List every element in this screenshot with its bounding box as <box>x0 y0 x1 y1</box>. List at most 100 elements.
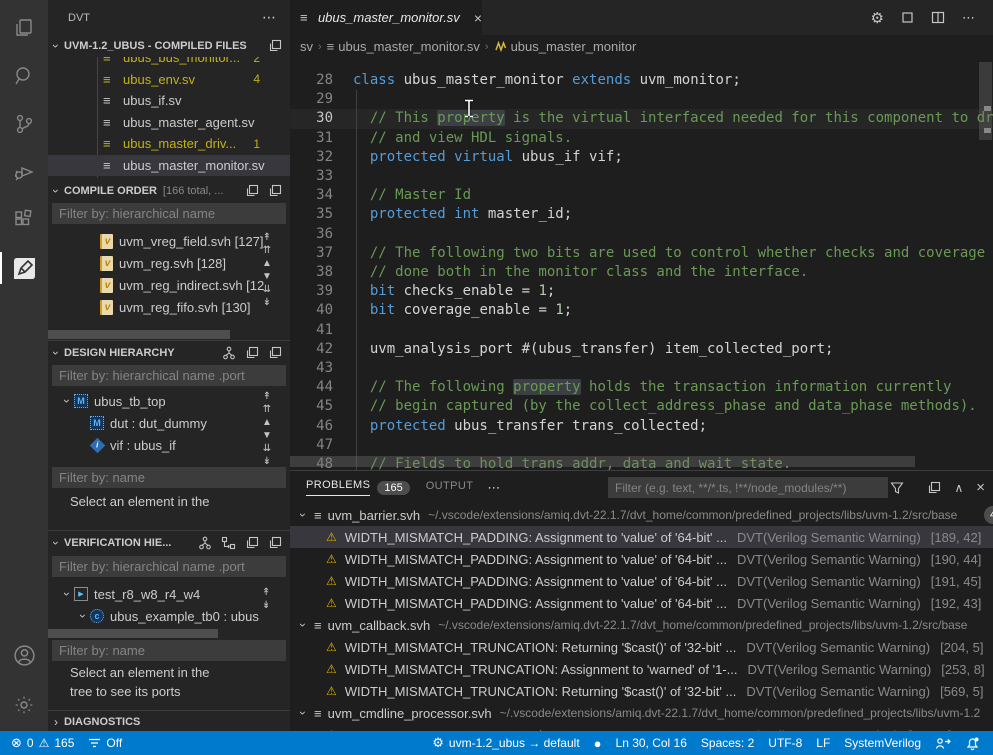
verification-hierarchy-filter-input[interactable] <box>52 556 286 577</box>
code-line[interactable]: 30 // This property is the virtual inter… <box>290 109 993 128</box>
section-design-hierarchy[interactable]: › DESIGN HIERARCHY <box>48 340 290 364</box>
chevron-down-icon[interactable]: › <box>296 508 310 522</box>
chevron-down-icon[interactable]: › <box>49 345 63 361</box>
compiled-file-row[interactable]: ≡ubus_master_agent.sv <box>48 112 290 134</box>
more-tabs-icon[interactable]: ⋯ <box>487 480 500 496</box>
code-line[interactable]: 47 <box>290 436 993 455</box>
problem-row[interactable]: ⚠WIDTH_MISMATCH_PADDING: Assignment to '… <box>290 570 993 592</box>
problem-row[interactable]: ⚠WIDTH_MISMATCH_PADDING: Assignment to '… <box>290 548 993 570</box>
tree-node-component[interactable]: ›cubus_example_tb0 : ubus <box>48 605 290 627</box>
feedback-icon[interactable] <box>928 731 958 755</box>
filter-status-item[interactable]: Off <box>81 731 129 755</box>
chevron-down-icon[interactable]: › <box>296 618 310 632</box>
notifications-bell-icon[interactable] <box>958 731 987 755</box>
section-verification-hierarchy[interactable]: › VERIFICATION HIE... <box>48 530 290 554</box>
compiled-file-row[interactable]: ≡ubus_if.sv <box>48 90 290 112</box>
open-file-icon[interactable] <box>245 346 259 360</box>
settings-gear-icon[interactable]: ⚙ <box>871 9 884 27</box>
scroll-up-icon[interactable]: ▲ <box>262 417 272 429</box>
scroll-up-fast-icon[interactable]: ↡ <box>262 600 270 612</box>
code-line[interactable]: 44 // The following property holds the t… <box>290 378 993 397</box>
run-debug-icon[interactable] <box>0 152 48 192</box>
open-file-icon[interactable] <box>245 536 259 550</box>
compiled-file-row[interactable]: ≡ubus_master_monitor.sv <box>48 155 290 177</box>
compile-order-row[interactable]: vuvm_reg.svh [128] <box>48 252 290 274</box>
chevron-down-icon[interactable]: › <box>49 535 63 551</box>
horizontal-scrollbar-thumb[interactable] <box>290 456 915 467</box>
scroll-up-icon[interactable]: ▲ <box>262 258 272 270</box>
code-line[interactable]: 42 uvm_analysis_port #(ubus_transfer) it… <box>290 340 993 359</box>
breadcrumb-folder[interactable]: sv <box>300 39 313 54</box>
scroll-top-icon[interactable]: ↟ <box>263 391 271 403</box>
restore-panel-icon[interactable] <box>927 481 941 495</box>
problem-row[interactable]: ⚠WIDTH_MISMATCH_TRUNCATION: Returning '$… <box>290 636 993 658</box>
tree-node-test[interactable]: ›▶test_r8_w8_r4_w4 <box>48 583 290 605</box>
tree-node-module[interactable]: ›Mubus_tb_top <box>48 390 290 412</box>
design-name-filter-input[interactable] <box>52 467 286 488</box>
code-line[interactable]: 35 protected int master_id; <box>290 205 993 224</box>
tab-problems[interactable]: PROBLEMS <box>306 479 370 496</box>
collapse-all-icon[interactable] <box>268 346 282 360</box>
extensions-icon[interactable] <box>0 200 48 240</box>
more-actions-icon[interactable]: ⋯ <box>962 10 975 26</box>
open-changes-icon[interactable] <box>901 11 914 24</box>
compiled-file-row[interactable]: ≡ubus_env.sv4 <box>48 69 290 91</box>
problem-group-row[interactable]: ›≡uvm_barrier.svh~/.vscode/extensions/am… <box>290 504 993 526</box>
design-hierarchy-filter-input[interactable] <box>52 365 286 386</box>
project-config-item[interactable]: ⚙ uvm-1.2_ubus → default <box>425 731 586 755</box>
code-line[interactable]: 36 <box>290 225 993 244</box>
problems-filter-input[interactable] <box>608 477 888 498</box>
problem-row[interactable]: ⚠WIDTH_MISMATCH_PADDING: Assignment to '… <box>290 592 993 614</box>
close-icon[interactable]: × <box>474 10 482 26</box>
scroll-top-icon[interactable]: ↟ <box>262 587 270 599</box>
horizontal-scrollbar[interactable] <box>48 330 230 339</box>
problem-row[interactable]: ⚠WIDTH_MISMATCH_PADDING: Assignment to '… <box>290 526 993 548</box>
compiled-file-row[interactable]: ≡ubus_bus_monitor...2 <box>48 57 290 69</box>
filter-funnel-icon[interactable] <box>890 481 904 495</box>
scroll-bottom-icon[interactable]: ↡ <box>263 297 271 309</box>
breadcrumb-file[interactable]: ubus_master_monitor.sv <box>338 39 480 54</box>
vertical-scrollbar[interactable] <box>978 58 993 470</box>
compile-order-row[interactable]: vuvm_reg_indirect.svh [12 <box>48 274 290 296</box>
compile-order-row[interactable]: vuvm_reg_fifo.svh [130] <box>48 296 290 318</box>
code-line[interactable]: 34 // Master Id <box>290 186 993 205</box>
code-line[interactable]: 38 // done both in the monitor class and… <box>290 263 993 282</box>
explorer-icon[interactable] <box>0 8 48 48</box>
chevron-up-icon[interactable]: ∧ <box>954 481 963 495</box>
code-line[interactable]: 40 bit coverage_enable = 1; <box>290 301 993 320</box>
scroll-down-fast-icon[interactable]: ⇊ <box>263 443 271 455</box>
hierarchy-icon[interactable] <box>198 536 212 550</box>
hierarchy-icon[interactable] <box>222 346 236 360</box>
problems-status-item[interactable]: ⊗ 0 ⚠ 165 <box>4 731 81 755</box>
code-line[interactable]: 28class ubus_master_monitor extends uvm_… <box>290 71 993 90</box>
compile-order-row[interactable]: vuvm_vreg_field.svh [127] <box>48 230 290 252</box>
collapse-all-icon[interactable] <box>268 536 282 550</box>
section-compile-order[interactable]: › COMPILE ORDER [166 total, ... <box>48 179 290 203</box>
horizontal-scrollbar[interactable] <box>48 629 218 638</box>
collapse-all-icon[interactable] <box>268 39 282 53</box>
scroll-up-fast-icon[interactable]: ⇈ <box>263 404 271 416</box>
section-compiled-files[interactable]: › UVM-1.2_UBUS - COMPILED FILES <box>48 35 290 57</box>
compile-order-filter-input[interactable] <box>52 203 286 224</box>
section-diagnostics[interactable]: › DIAGNOSTICS <box>48 710 290 731</box>
search-icon[interactable] <box>0 56 48 96</box>
code-line[interactable]: 29 <box>290 90 993 109</box>
close-panel-icon[interactable]: × <box>976 479 985 496</box>
settings-gear-icon[interactable] <box>0 685 48 725</box>
tab-ubus-master-monitor[interactable]: ≡ ubus_master_monitor.sv × <box>290 0 482 35</box>
chevron-down-icon[interactable]: › <box>49 183 63 199</box>
breadcrumb-symbol[interactable]: ubus_master_monitor <box>511 39 637 54</box>
problem-group-row[interactable]: ›≡uvm_callback.svh~/.vscode/extensions/a… <box>290 614 993 636</box>
code-line[interactable]: 37 // The following two bits are used to… <box>290 244 993 263</box>
status-circle-icon[interactable]: ● <box>587 731 609 755</box>
eol-item[interactable]: LF <box>809 731 837 755</box>
code-line[interactable]: 31 // and view HDL signals. <box>290 129 993 148</box>
code-line[interactable]: 41 <box>290 321 993 340</box>
cursor-position-item[interactable]: Ln 30, Col 16 <box>609 731 694 755</box>
code-line[interactable]: 39 bit checks_enable = 1; <box>290 282 993 301</box>
problem-row[interactable]: ⚠WIDTH_MISMATCH_TRUNCATION: Returning '$… <box>290 680 993 702</box>
language-mode-item[interactable]: SystemVerilog <box>837 731 928 755</box>
chevron-down-icon[interactable]: › <box>60 587 74 601</box>
code-line[interactable]: 43 <box>290 359 993 378</box>
source-control-icon[interactable] <box>0 104 48 144</box>
